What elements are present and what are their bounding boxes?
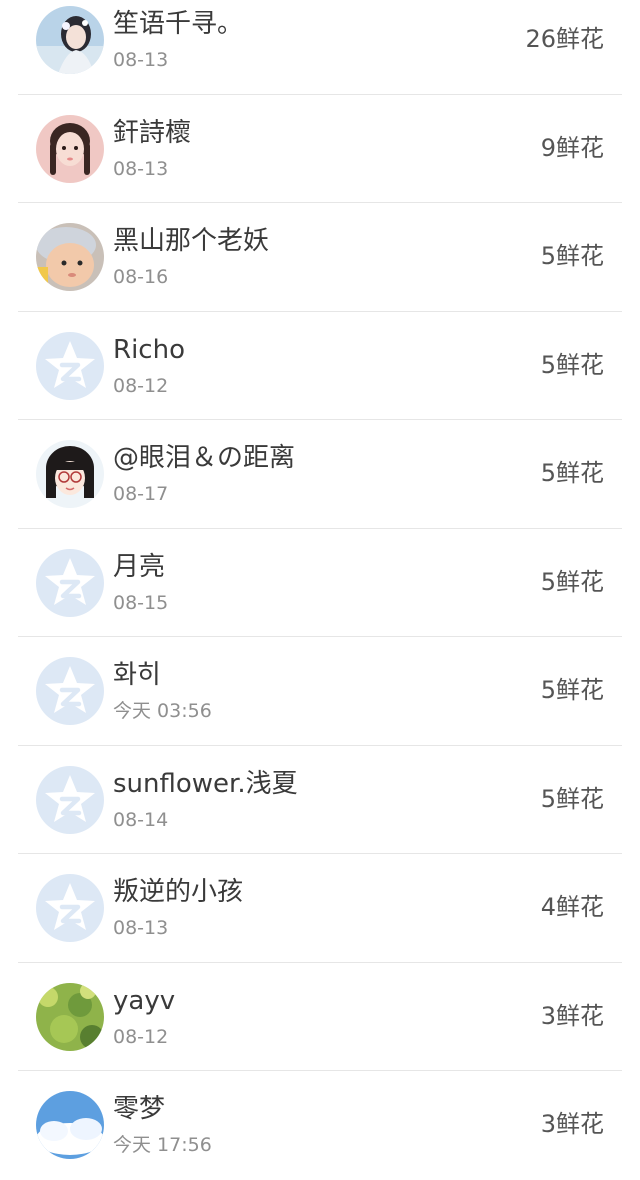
flower-count: 3鲜花 (540, 1001, 604, 1030)
flower-count: 5鲜花 (540, 784, 604, 813)
list-item[interactable]: 叛逆的小孩 08-13 4鲜花 (0, 854, 640, 963)
gift-date: 08-15 (113, 591, 169, 614)
list-item[interactable]: @眼泪＆の距离 08-17 5鲜花 (0, 420, 640, 529)
gift-date: 08-13 (113, 157, 169, 180)
flower-count: 5鲜花 (540, 567, 604, 596)
user-name: 月亮 (113, 551, 166, 582)
gift-date: 08-14 (113, 808, 169, 831)
list-item[interactable]: Richo 08-12 5鲜花 (0, 312, 640, 421)
gift-date: 08-16 (113, 266, 169, 288)
user-name: 零梦 (113, 1094, 166, 1124)
flower-count: 5鲜花 (540, 350, 604, 379)
user-name: 黑山那个老妖 (113, 226, 270, 256)
list-item[interactable]: sunflower.浅夏 08-14 5鲜花 (0, 746, 640, 855)
list-item[interactable]: 零梦今天 17:56 3鲜花 (0, 1071, 640, 1180)
list-item[interactable]: yayv 08-12 3鲜花 (0, 963, 640, 1072)
user-name: 화히 (113, 660, 161, 690)
flower-count: 3鲜花 (540, 1110, 604, 1138)
gift-date: 08-13 (113, 49, 169, 71)
gift-date: 08-12 (113, 374, 169, 397)
gift-date: 今天 03:56 (113, 700, 212, 722)
default-avatar-icon[interactable] (36, 548, 104, 617)
user-name: 釬詩櫰 (113, 117, 192, 148)
user-name: yayv (113, 985, 176, 1016)
user-name: 笙语千寻。 (113, 9, 244, 39)
avatar[interactable] (36, 982, 104, 1051)
list-item[interactable]: 黑山那个老妖 08-16 5鲜花 (0, 203, 640, 312)
flower-count: 26鲜花 (525, 25, 604, 53)
flower-count: 5鲜花 (540, 676, 604, 704)
list-item[interactable]: 釬詩櫰 08-13 9鲜花 (0, 95, 640, 204)
avatar[interactable] (36, 6, 104, 74)
default-avatar-icon[interactable] (36, 765, 104, 834)
gift-date: 08-13 (113, 917, 169, 939)
avatar[interactable] (36, 440, 104, 508)
flower-count: 5鲜花 (540, 459, 604, 487)
default-avatar-icon[interactable] (36, 657, 104, 725)
default-avatar-icon[interactable] (36, 874, 104, 942)
default-avatar-icon[interactable] (36, 331, 104, 400)
avatar[interactable] (36, 1091, 104, 1159)
flower-count: 5鲜花 (540, 242, 604, 270)
list-item[interactable]: 月亮 08-15 5鲜花 (0, 529, 640, 638)
user-name: @眼泪＆の距离 (113, 443, 296, 473)
flower-count: 9鲜花 (540, 133, 604, 162)
avatar[interactable] (36, 114, 104, 183)
avatar[interactable] (36, 223, 104, 291)
flower-count: 4鲜花 (540, 893, 604, 921)
user-name: Richo (113, 334, 185, 365)
flower-ranking-list: 笙语千寻。 08-13 26鲜花 釬詩櫰 08-13 9鲜花 黑山那个老妖 08-16 5鲜… (0, 0, 640, 1180)
gift-date: 08-17 (113, 483, 169, 505)
user-name: sunflower.浅夏 (113, 768, 298, 799)
user-name: 叛逆的小孩 (113, 877, 244, 907)
list-item[interactable]: 화히 今天 03:56 5鲜花 (0, 637, 640, 746)
list-item[interactable]: 笙语千寻。 08-13 26鲜花 (0, 0, 640, 95)
gift-date: 今天 17:56 (113, 1134, 212, 1156)
gift-date: 08-12 (113, 1025, 169, 1048)
